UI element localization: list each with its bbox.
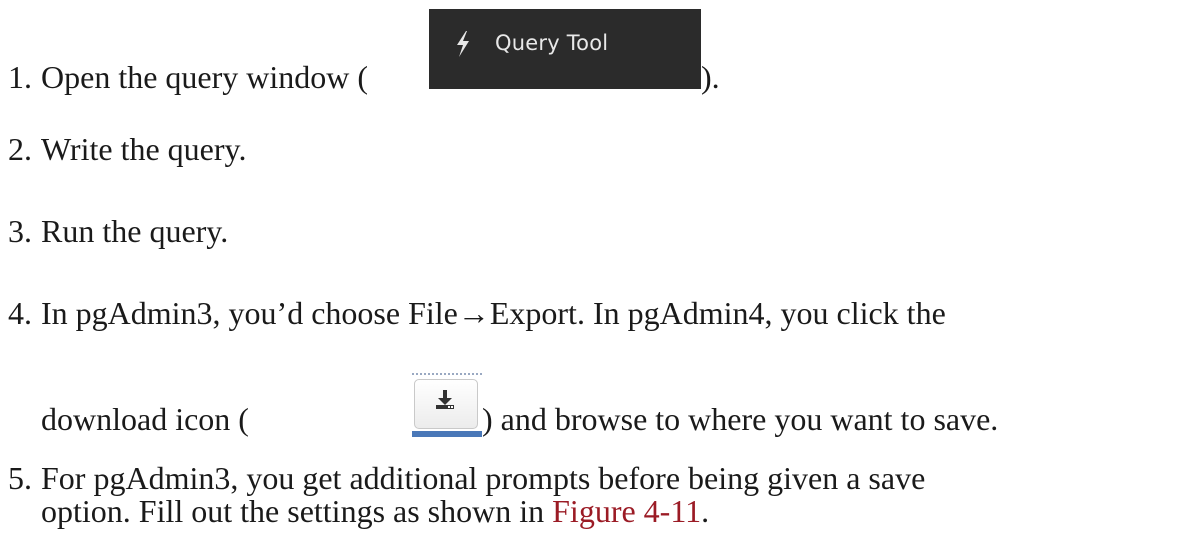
- step-4: 4. In pgAdmin3, you’d choose File→Export.…: [8, 294, 946, 332]
- step-5-line2: option. Fill out the settings as shown i…: [41, 492, 709, 530]
- instruction-list: 1. Open the query window ( ). Query Tool …: [0, 0, 1198, 535]
- step-text: ) and browse to where you want to save.: [482, 401, 999, 437]
- step-text: Write the query.: [41, 131, 247, 167]
- step-text: download icon (: [41, 401, 249, 437]
- step-4-line2-before: download icon (: [41, 400, 249, 438]
- step-number: 3.: [8, 213, 32, 249]
- figure-link[interactable]: Figure 4-11: [552, 493, 701, 529]
- query-tool-button[interactable]: Query Tool: [429, 9, 701, 89]
- step-1-suffix: ).: [701, 58, 720, 96]
- step-text: Open the query window (: [41, 59, 369, 95]
- step-1: 1. Open the query window (: [8, 58, 368, 96]
- step-text: Run the query.: [41, 213, 229, 249]
- step-number: 2.: [8, 131, 32, 167]
- step-3: 3. Run the query.: [8, 212, 228, 250]
- step-text: In pgAdmin3, you’d choose File→Export. I…: [41, 295, 946, 331]
- step-number: 4.: [8, 295, 32, 331]
- lightning-bolt-icon: [457, 31, 469, 57]
- step-text-after: ).: [701, 59, 720, 95]
- step-number: 5.: [8, 460, 32, 496]
- step-2: 2. Write the query.: [8, 130, 246, 168]
- download-icon: [436, 390, 454, 409]
- download-button-underline: [412, 431, 482, 437]
- step-text: option. Fill out the settings as shown i…: [41, 493, 553, 529]
- query-tool-label: Query Tool: [495, 31, 609, 55]
- step-text-after: .: [701, 493, 710, 529]
- download-button[interactable]: [412, 373, 482, 437]
- step-4-line2-after: ) and browse to where you want to save.: [482, 400, 998, 438]
- step-number: 1.: [8, 59, 32, 95]
- step-text: For pgAdmin3, you get additional prompts…: [41, 460, 926, 496]
